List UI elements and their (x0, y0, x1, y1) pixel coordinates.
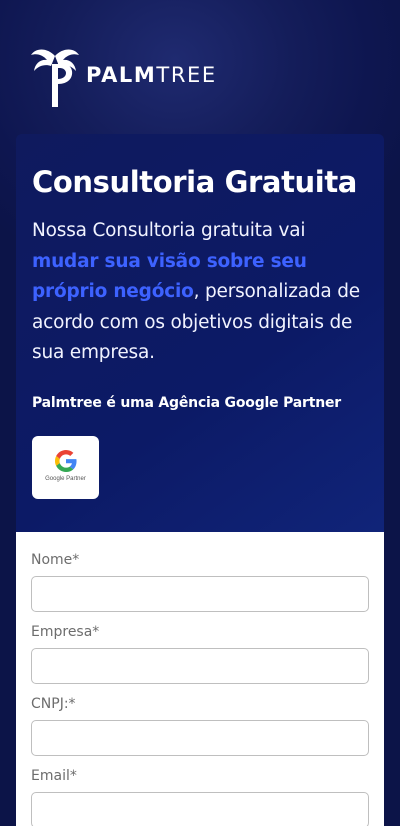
email-input[interactable] (31, 792, 369, 826)
field-email: Email* (31, 766, 369, 826)
brand-name-bold: PALM (86, 62, 157, 87)
field-label-cnpj: CNPJ:* (31, 696, 76, 712)
empresa-input[interactable] (31, 648, 369, 684)
field-cnpj: CNPJ:* (31, 694, 369, 756)
nome-input[interactable] (31, 576, 369, 612)
brand-wordmark: PALMTREE (86, 62, 217, 87)
google-partner-badge: Google Partner (32, 436, 99, 499)
page-title: Consultoria Gratuita (32, 165, 357, 199)
field-label-nome: Nome* (31, 552, 80, 568)
field-label-empresa: Empresa* (31, 624, 100, 640)
field-label-email: Email* (31, 768, 77, 784)
palm-tree-icon (31, 49, 79, 107)
card-hero: Consultoria Gratuita Nossa Consultoria g… (16, 134, 384, 532)
cnpj-input[interactable] (31, 720, 369, 756)
badge-label: Google Partner (45, 476, 86, 482)
consultation-card: Consultoria Gratuita Nossa Consultoria g… (16, 134, 384, 826)
brand-name-light: TREE (156, 62, 217, 87)
hero-description: Nossa Consultoria gratuita vai mudar sua… (32, 216, 372, 369)
field-nome: Nome* (31, 550, 369, 612)
description-before: Nossa Consultoria gratuita vai (32, 220, 306, 241)
consultation-form: Nome* Empresa* CNPJ:* Email* (16, 532, 384, 826)
partner-statement: Palmtree é uma Agência Google Partner (32, 395, 341, 411)
brand-logo[interactable]: PALMTREE (30, 46, 217, 108)
google-g-icon (54, 450, 77, 472)
field-empresa: Empresa* (31, 622, 369, 684)
